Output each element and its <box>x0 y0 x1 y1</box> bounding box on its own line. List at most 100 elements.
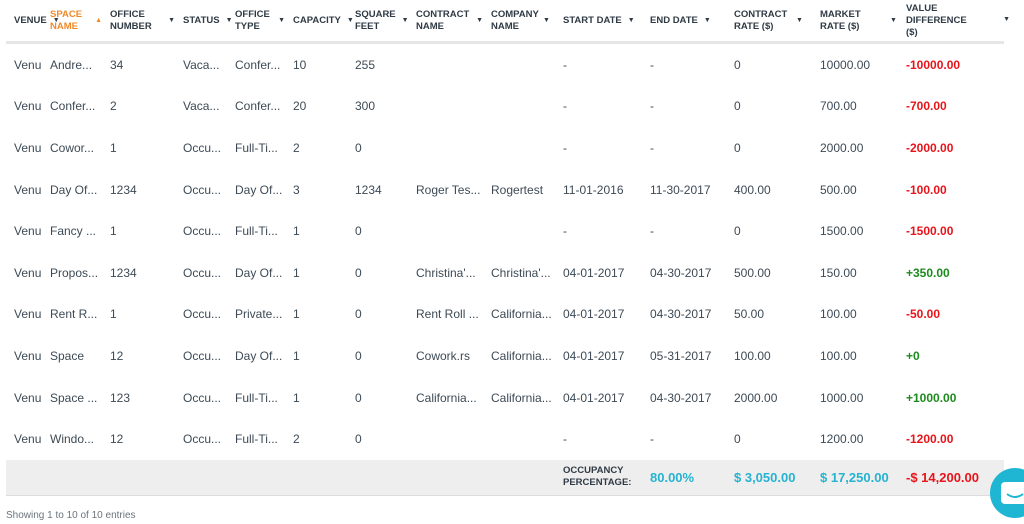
cell-venue: Venu... <box>14 390 42 405</box>
total-contract-rate: $ 3,050.00 <box>734 469 796 485</box>
cell-market-rate: 500.00 <box>820 182 857 197</box>
column-header-content: STATUS ▼ <box>175 0 233 41</box>
cell-contract-rate: 500.00 <box>734 265 771 280</box>
table-row[interactable]: Venu... Rent R... 1 Occu... Private... 1 0 Rent… <box>6 294 1004 336</box>
column-header-office-type[interactable]: OFFICE TYPE ▼ <box>227 0 285 44</box>
table-row[interactable]: Venu... Andre... 34 Vaca... Confer... 10 255 - -… <box>6 43 1004 86</box>
sort-descending-icon[interactable]: ▼ <box>890 15 897 27</box>
cell-contract-name <box>408 127 483 169</box>
cell-contract-rate: 0 <box>734 432 741 447</box>
table-row[interactable]: Venu... Propos... 1234 Occu... Day Of... 1 0 Ch… <box>6 252 1004 294</box>
totals-spacer <box>6 459 555 496</box>
cell-value-difference: +1000.00 <box>906 390 957 405</box>
cell-square-feet: 255 <box>355 57 376 72</box>
cell-contract-name: Rent Roll ... <box>416 307 479 322</box>
column-header-space-name[interactable]: SPACE NAME ▲ <box>42 0 102 44</box>
cell-office-type: Day Of... <box>235 265 283 280</box>
cell-start-date: 04-01-2017 <box>563 265 625 280</box>
cell-contract-name: California... <box>416 390 477 405</box>
column-header-end-date[interactable]: END DATE ▼ <box>642 0 726 44</box>
cell-office-type: Day Of... <box>235 348 283 363</box>
cell-value-difference: +0 <box>906 348 920 363</box>
sort-descending-icon[interactable]: ▼ <box>796 15 803 27</box>
cell-end-date: - <box>650 57 654 72</box>
cell-capacity: 3 <box>293 182 300 197</box>
cell-office-type: Full-Ti... <box>235 140 278 155</box>
cell-contract-rate: 50.00 <box>734 307 765 322</box>
cell-contract-name: Roger Tes... <box>416 182 481 197</box>
cell-status: Occu... <box>183 224 222 239</box>
cell-square-feet: 0 <box>355 432 362 447</box>
cell-market-rate: 100.00 <box>820 307 857 322</box>
cell-space-name: Space ... <box>50 390 98 405</box>
cell-contract-name <box>408 86 483 128</box>
cell-space-name: Fancy ... <box>50 224 97 239</box>
total-value-difference: -$ 14,200.00 <box>906 469 980 485</box>
sort-descending-icon[interactable]: ▼ <box>704 15 711 27</box>
column-header-square-feet[interactable]: SQUARE FEET ▼ <box>347 0 409 44</box>
column-header-content: END DATE ▼ <box>642 0 726 41</box>
cell-value-difference: -1500.00 <box>906 224 954 239</box>
column-header-market-rate[interactable]: MARKET RATE ($) ▼ <box>812 0 898 44</box>
sort-descending-icon[interactable]: ▼ <box>1003 14 1010 26</box>
cell-value-difference: -50.00 <box>906 307 941 322</box>
sort-descending-icon[interactable]: ▼ <box>476 15 483 27</box>
cell-venue: Venu... <box>14 224 42 239</box>
cell-end-date: 04-30-2017 <box>650 390 712 405</box>
column-header-status[interactable]: STATUS ▼ <box>175 0 233 44</box>
cell-office-type: Day Of... <box>235 182 283 197</box>
table-row[interactable]: Venu... Space ... 123 Occu... Full-Ti... 1 0 Ca… <box>6 377 1004 419</box>
cell-capacity: 20 <box>293 99 307 114</box>
table-row[interactable]: Venu... Fancy ... 1 Occu... Full-Ti... 1 0 - - 0 1… <box>6 210 1004 252</box>
table-row[interactable]: Venu... Confer... 2 Vaca... Confer... 20 300 - -… <box>6 86 1004 128</box>
sort-descending-icon[interactable]: ▼ <box>628 15 635 27</box>
column-header-start-date[interactable]: START DATE ▼ <box>555 0 642 44</box>
column-header-label: OFFICE NUMBER <box>110 8 152 32</box>
column-header-label: CONTRACT NAME <box>416 8 470 32</box>
table-row[interactable]: Venu... Windo... 12 Occu... Full-Ti... 2 0 - - 0 1… <box>6 418 1004 460</box>
cell-venue: Venu... <box>14 432 42 447</box>
cell-office-number: 2 <box>110 99 117 114</box>
cell-contract-name <box>408 418 483 460</box>
sort-ascending-icon[interactable]: ▲ <box>95 15 102 27</box>
sort-descending-icon[interactable]: ▼ <box>168 15 175 27</box>
cell-end-date: - <box>650 140 654 155</box>
cell-value-difference: -700.00 <box>906 99 947 114</box>
cell-office-number: 1 <box>110 307 117 322</box>
cell-start-date: - <box>563 57 567 72</box>
column-header-office-number[interactable]: OFFICE NUMBER ▼ <box>102 0 175 44</box>
cell-market-rate: 2000.00 <box>820 140 864 155</box>
rent-roll-table-container: VENUE ▼ SPACE NAME ▲ OFFICE NUMBER ▼ STATUS ▼ OF… <box>6 0 1010 496</box>
cell-status: Occu... <box>183 265 222 280</box>
column-header-venue[interactable]: VENUE ▼ <box>6 0 60 44</box>
column-header-content: START DATE ▼ <box>555 0 642 41</box>
column-header-contract-name[interactable]: CONTRACT NAME ▼ <box>408 0 483 44</box>
sort-descending-icon[interactable]: ▼ <box>543 15 550 27</box>
cell-market-rate: 700.00 <box>820 99 857 114</box>
column-header-company-name[interactable]: COMPANY NAME ▼ <box>483 0 555 44</box>
table-row[interactable]: Venu... Day Of... 1234 Occu... Day Of... 3 123… <box>6 169 1004 211</box>
column-header-contract-rate[interactable]: CONTRACT RATE ($) ▼ <box>726 0 812 44</box>
column-header-content: CONTRACT RATE ($) ▼ <box>726 0 812 41</box>
sort-descending-icon[interactable]: ▼ <box>278 15 285 27</box>
cell-market-rate: 150.00 <box>820 265 857 280</box>
cell-value-difference: -2000.00 <box>906 140 954 155</box>
cell-space-name: Propos... <box>50 265 99 280</box>
column-header-content: OFFICE NUMBER ▼ <box>102 0 175 41</box>
cell-contract-rate: 0 <box>734 57 741 72</box>
cell-contract-rate: 400.00 <box>734 182 771 197</box>
cell-office-number: 1234 <box>110 182 137 197</box>
column-header-capacity[interactable]: CAPACITY ▼ <box>285 0 354 44</box>
cell-square-feet: 0 <box>355 265 362 280</box>
cell-contract-name <box>408 210 483 252</box>
total-value-difference-cell: -$ 14,200.00 <box>898 459 1004 496</box>
cell-value-difference: -100.00 <box>906 182 947 197</box>
table-info: Showing 1 to 10 of 10 entries <box>6 510 136 521</box>
column-header-value-difference[interactable]: VALUE DIFFERENCE ($) ▼ <box>898 0 1010 44</box>
cell-capacity: 1 <box>293 348 300 363</box>
table-row[interactable]: Venu... Cowor... 1 Occu... Full-Ti... 2 0 - - 0 20… <box>6 127 1004 169</box>
table-row[interactable]: Venu... Space 12 Occu... Day Of... 1 0 Cowork.r… <box>6 335 1004 377</box>
cell-start-date: 11-01-2016 <box>563 182 624 197</box>
cell-status: Vaca... <box>183 57 220 72</box>
cell-office-type: Confer... <box>235 57 281 72</box>
